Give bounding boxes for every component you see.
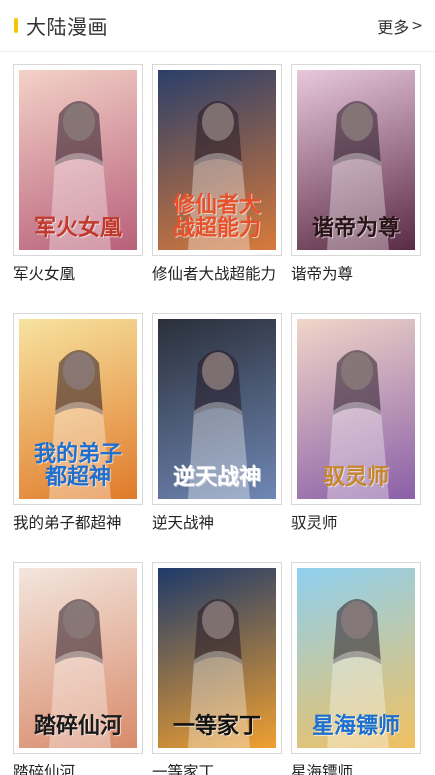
comic-title[interactable]: 一等家丁 [152, 761, 282, 775]
comic-card[interactable]: 修仙者大战超能力 修仙者大战超能力 [152, 64, 282, 313]
comic-cover-frame[interactable]: 逆天战神 [152, 313, 282, 505]
comic-title[interactable]: 军火女凰 [13, 263, 143, 285]
comic-title[interactable]: 踏碎仙河 [13, 761, 143, 775]
comic-cover-title: 驭灵师 [322, 463, 389, 490]
comic-cover-title: 星海镖师 [311, 712, 400, 739]
comic-cover-frame[interactable]: 修仙者大战超能力 [152, 64, 282, 256]
comic-card[interactable]: 星海镖师 星海镖师 [291, 562, 421, 775]
comic-cover-title: 军火女凰 [33, 214, 122, 241]
comic-cover-image[interactable]: 驭灵师 [297, 319, 415, 499]
comic-cover-image[interactable]: 踏碎仙河 [19, 568, 137, 748]
comic-title[interactable]: 修仙者大战超能力 [152, 263, 282, 285]
chevron-right-icon: > [411, 17, 423, 34]
comic-title[interactable]: 我的弟子都超神 [13, 512, 143, 534]
comic-cover-frame[interactable]: 踏碎仙河 [13, 562, 143, 754]
comic-cover-image[interactable]: 谐帝为尊 [297, 70, 415, 250]
section-title: 大陆漫画 [26, 15, 108, 39]
comic-card[interactable]: 军火女凰 军火女凰 [13, 64, 143, 313]
comic-cover-image[interactable]: 修仙者大战超能力 [158, 70, 276, 250]
comic-card[interactable]: 一等家丁 一等家丁 [152, 562, 282, 775]
comic-cover-frame[interactable]: 我的弟子都超神 [13, 313, 143, 505]
comic-cover-image[interactable]: 逆天战神 [158, 319, 276, 499]
section-header: 大陆漫画 更多 > [0, 0, 435, 52]
comic-card[interactable]: 我的弟子都超神 我的弟子都超神 [13, 313, 143, 562]
comic-card[interactable]: 逆天战神 逆天战神 [152, 313, 282, 562]
comic-cover-title: 逆天战神 [172, 463, 261, 490]
comic-cover-frame[interactable]: 星海镖师 [291, 562, 421, 754]
comic-card[interactable]: 踏碎仙河 踏碎仙河 [13, 562, 143, 775]
comic-cover-title: 修仙者大战超能力 [172, 191, 261, 241]
comic-cover-title: 踏碎仙河 [33, 712, 122, 739]
comic-cover-title: 我的弟子都超神 [33, 440, 122, 490]
comic-cover-image[interactable]: 军火女凰 [19, 70, 137, 250]
more-link[interactable]: 更多 > [377, 14, 423, 38]
comic-card[interactable]: 驭灵师 驭灵师 [291, 313, 421, 562]
comic-title[interactable]: 谐帝为尊 [291, 263, 421, 285]
comic-cover-title: 谐帝为尊 [311, 214, 400, 241]
comic-title[interactable]: 星海镖师 [291, 761, 421, 775]
comic-title[interactable]: 驭灵师 [291, 512, 421, 534]
comic-cover-frame[interactable]: 驭灵师 [291, 313, 421, 505]
page: 大陆漫画 更多 > 军火女凰 军火女凰 修仙者大战超能力 修仙者大战超能力 谐帝为尊 谐帝… [0, 0, 435, 775]
more-label: 更多 [377, 17, 410, 37]
comic-cover-frame[interactable]: 军火女凰 [13, 64, 143, 256]
section-title-wrap: 大陆漫画 [14, 11, 108, 40]
comic-title[interactable]: 逆天战神 [152, 512, 282, 534]
comic-cover-frame[interactable]: 一等家丁 [152, 562, 282, 754]
comic-cover-image[interactable]: 星海镖师 [297, 568, 415, 748]
accent-bar [14, 18, 18, 33]
comic-cover-frame[interactable]: 谐帝为尊 [291, 64, 421, 256]
comic-cover-title: 一等家丁 [172, 712, 261, 739]
comic-cover-image[interactable]: 我的弟子都超神 [19, 319, 137, 499]
comic-grid: 军火女凰 军火女凰 修仙者大战超能力 修仙者大战超能力 谐帝为尊 谐帝为尊 我的弟子都超神我… [0, 52, 435, 775]
comic-cover-image[interactable]: 一等家丁 [158, 568, 276, 748]
comic-card[interactable]: 谐帝为尊 谐帝为尊 [291, 64, 421, 313]
